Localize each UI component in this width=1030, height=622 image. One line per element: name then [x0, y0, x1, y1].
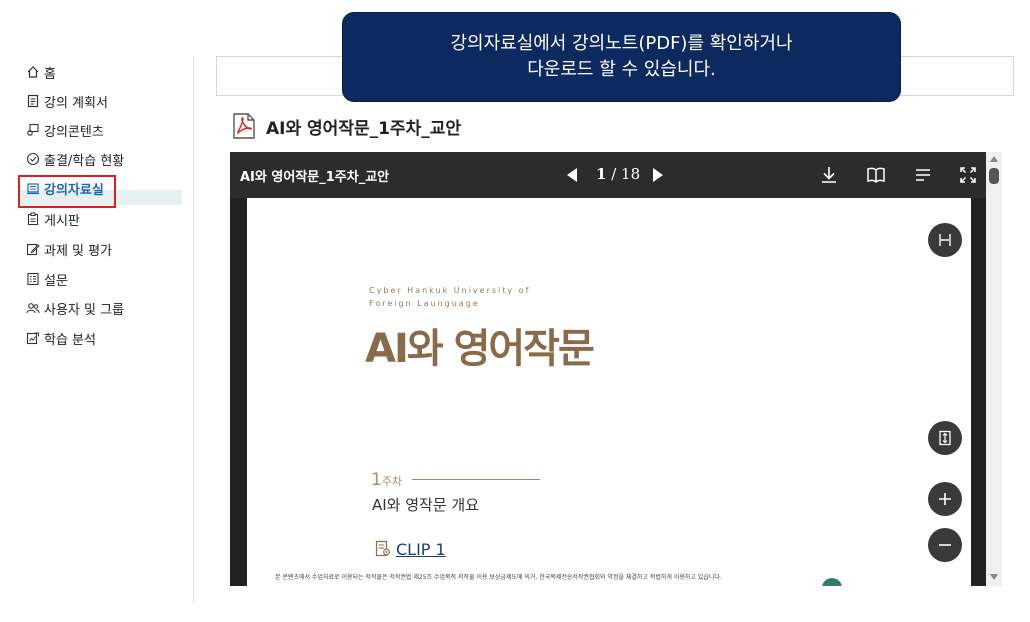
analytics-icon: [26, 331, 40, 345]
pdf-viewer[interactable]: AI와 영어작문_1주차_교안 1 / 18 Cyber Hankuk Univ…: [230, 152, 1002, 586]
sidebar-item-assignments[interactable]: 과제 및 평가: [26, 237, 112, 261]
minus-icon: [939, 544, 951, 546]
scroll-down-arrow-icon[interactable]: [990, 574, 998, 580]
app-root: 홈 강의 계획서 강의콘텐츠 출결/학습 현황 강의자료실 게시판 과제 및 평…: [0, 0, 1030, 622]
sidebar-item-survey[interactable]: 설문: [26, 267, 68, 291]
home-icon: [26, 65, 40, 79]
guide-tooltip: 강의자료실에서 강의노트(PDF)를 확인하거나 다운로드 할 수 있습니다.: [342, 12, 901, 102]
total-pages: 18: [621, 165, 641, 183]
week-number: 1주차: [371, 470, 402, 490]
outline-button[interactable]: [912, 164, 934, 186]
sidebar-item-label: 과제 및 평가: [44, 243, 113, 259]
sidebar-item-label: 출결/학습 현황: [44, 153, 125, 169]
sidebar-item-label: 설문: [44, 273, 68, 289]
sidebar-item-learning-analytics[interactable]: 학습 분석: [26, 326, 96, 350]
viewer-scrollbar[interactable]: [986, 152, 1002, 586]
sidebar-item-board[interactable]: 게시판: [26, 207, 80, 231]
scroll-thumb[interactable]: [989, 168, 999, 184]
fullscreen-icon: [960, 167, 976, 183]
sidebar-item-label: 강의 계획서: [44, 95, 108, 111]
sidebar-item-contents[interactable]: 강의콘텐츠: [26, 118, 104, 142]
content-icon: [26, 123, 40, 137]
document-title-row: AI와 영어작문_1주차_교안: [232, 112, 461, 140]
page-indicator: 1 / 18: [596, 165, 640, 183]
triangle-right-icon: [653, 168, 663, 182]
zoom-in-button[interactable]: [928, 482, 962, 516]
fit-width-icon: [939, 234, 951, 246]
prev-page-button[interactable]: [564, 166, 580, 184]
sidebar-item-label: 게시판: [44, 213, 80, 229]
copyright-notice: 본 콘텐츠에서 수업자료로 이용되는 저작물은 저작권법 제25조 수업목적 저…: [275, 574, 722, 581]
lecture-main-title: AI와 영어작문: [365, 326, 595, 372]
clip-document-icon: [375, 540, 391, 558]
page-right-gutter: [971, 198, 986, 586]
sidebar-item-users-groups[interactable]: 사용자 및 그룹: [26, 296, 124, 320]
sidebar-item-syllabus[interactable]: 강의 계획서: [26, 89, 108, 113]
fit-height-icon: [939, 430, 951, 446]
tooltip-line-2: 다운로드 할 수 있습니다.: [527, 59, 716, 80]
check-circle-icon: [26, 152, 40, 166]
sidebar-item-home[interactable]: 홈: [26, 60, 56, 84]
page-left-gutter: [230, 198, 247, 586]
pdf-icon: [232, 113, 256, 139]
footer-logo: [822, 578, 842, 586]
list-icon: [916, 169, 930, 181]
pdf-toolbar-title: AI와 영어작문_1주차_교안: [240, 170, 390, 185]
document-title: AI와 영어작문_1주차_교안: [266, 118, 461, 139]
plus-icon: [939, 493, 951, 505]
sidebar-item-label: 사용자 및 그룹: [44, 302, 125, 318]
clip-link[interactable]: CLIP 1: [396, 540, 446, 559]
university-line-2: Foreign Launguage: [369, 299, 480, 308]
week-divider: [412, 479, 540, 480]
book-icon: [867, 167, 885, 184]
sidebar: 홈 강의 계획서 강의콘텐츠 출결/학습 현황 강의자료실 게시판 과제 및 평…: [18, 56, 194, 604]
zoom-out-button[interactable]: [928, 528, 962, 562]
scroll-up-arrow-icon[interactable]: [990, 156, 998, 162]
fullscreen-button[interactable]: [957, 164, 979, 186]
edit-icon: [26, 242, 40, 256]
triangle-left-icon: [567, 168, 577, 182]
next-page-button[interactable]: [650, 166, 666, 184]
download-button[interactable]: [818, 164, 840, 186]
lecture-subtitle: AI와 영작문 개요: [372, 496, 480, 514]
sidebar-item-label: 홈: [44, 66, 56, 82]
sidebar-item-label: 학습 분석: [44, 332, 96, 348]
highlight-box: [18, 175, 116, 208]
page-separator: /: [606, 165, 622, 183]
current-page: 1: [596, 165, 607, 183]
university-line-1: Cyber Hankuk University of: [369, 286, 531, 295]
pdf-toolbar: AI와 영어작문_1주차_교안 1 / 18: [230, 152, 986, 198]
survey-icon: [26, 272, 40, 286]
book-view-button[interactable]: [865, 164, 887, 186]
week-number-value: 1: [371, 470, 382, 490]
pdf-page: Cyber Hankuk University of Foreign Laung…: [247, 198, 971, 586]
sidebar-item-label: 강의콘텐츠: [44, 124, 104, 140]
fit-width-button[interactable]: [928, 223, 962, 257]
users-icon: [26, 301, 40, 315]
sidebar-item-attendance[interactable]: 출결/학습 현황: [26, 147, 124, 171]
document-icon: [26, 94, 40, 108]
tooltip-line-1: 강의자료실에서 강의노트(PDF)를 확인하거나: [450, 33, 793, 54]
week-suffix: 주차: [381, 475, 403, 488]
board-icon: [26, 212, 40, 226]
fit-height-button[interactable]: [928, 421, 962, 455]
download-icon: [822, 167, 836, 183]
